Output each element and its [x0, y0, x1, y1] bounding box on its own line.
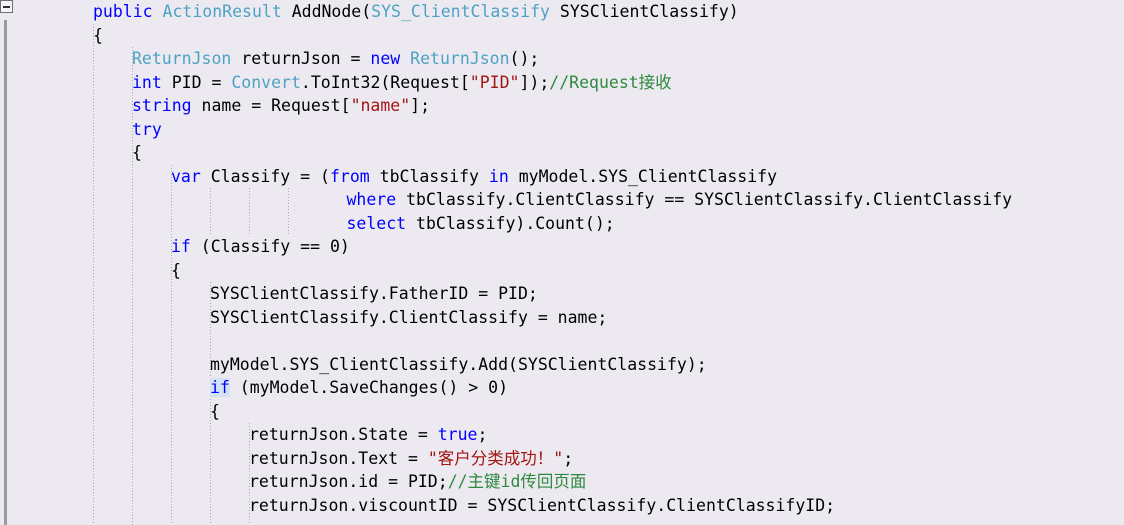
- code-token: returnJson.State =: [249, 425, 438, 444]
- code-token: "PID": [469, 72, 520, 92]
- code-token: "客户分类成功！": [427, 448, 564, 468]
- code-token: new: [370, 49, 401, 68]
- code-token: myModel.SYS_ClientClassify: [508, 166, 778, 186]
- code-token: ]);: [519, 72, 550, 92]
- code-line[interactable]: try: [132, 118, 162, 142]
- code-token: {: [171, 260, 181, 280]
- code-token: public: [93, 2, 153, 21]
- code-token: tbClassify: [369, 166, 489, 186]
- code-token: myModel.SYS_ClientClassify.Add(SYSClient…: [210, 354, 707, 374]
- code-line[interactable]: where tbClassify.ClientClassify == SYSCl…: [347, 188, 1013, 212]
- code-token: in: [488, 166, 509, 186]
- code-token: {: [210, 401, 220, 421]
- code-line[interactable]: select tbClassify).Count();: [347, 212, 615, 236]
- code-token: ];: [410, 96, 431, 115]
- code-line[interactable]: returnJson.viscountID = SYSClientClassif…: [249, 494, 835, 518]
- code-token: PID =: [161, 72, 232, 92]
- code-token: string: [132, 96, 192, 115]
- code-token: try: [132, 119, 162, 139]
- code-token: ();: [509, 49, 540, 68]
- code-token: tbClassify.ClientClassify == SYSClientCl…: [396, 190, 1013, 209]
- code-token: Convert: [231, 72, 301, 92]
- code-token: tbClassify).Count();: [406, 213, 615, 233]
- code-token: select: [346, 213, 407, 233]
- code-token: returnJson.viscountID = SYSClientClassif…: [249, 495, 836, 515]
- code-line[interactable]: {: [171, 259, 181, 283]
- code-token: name = Request[: [191, 96, 351, 115]
- code-line[interactable]: ReturnJson returnJson = new ReturnJson()…: [132, 47, 539, 71]
- code-line[interactable]: if (myModel.SaveChanges() > 0): [210, 376, 508, 400]
- code-token: returnJson.id = PID;: [249, 472, 448, 491]
- code-line[interactable]: {: [93, 24, 103, 48]
- code-token: //Request接收: [549, 72, 672, 92]
- code-line[interactable]: var Classify = (from tbClassify in myMod…: [171, 165, 777, 189]
- code-token: SYS_ClientClassify: [371, 2, 550, 21]
- code-token: .ToInt32(Request[: [300, 72, 470, 92]
- code-token: SYSClientClassify): [549, 2, 739, 21]
- code-token: int: [132, 72, 162, 92]
- code-line[interactable]: {: [132, 141, 142, 165]
- code-token: Classify = (: [200, 166, 330, 186]
- code-token: {: [93, 25, 103, 45]
- code-token: returnJson =: [231, 49, 371, 68]
- code-token: ReturnJson: [410, 49, 510, 68]
- code-token: AddNode(: [281, 2, 372, 21]
- code-line[interactable]: public ActionResult AddNode(SYS_ClientCl…: [93, 0, 739, 24]
- code-line[interactable]: SYSClientClassify.ClientClassify = name;: [210, 306, 607, 330]
- indent-guide: [171, 164, 172, 525]
- code-token: "name": [350, 96, 411, 115]
- code-line[interactable]: SYSClientClassify.FatherID = PID;: [210, 282, 538, 306]
- code-token: (myModel.SaveChanges() > 0): [229, 378, 509, 397]
- code-token: SYSClientClassify.ClientClassify = name;: [210, 307, 608, 327]
- code-token: var: [171, 166, 201, 186]
- code-token: true: [437, 425, 478, 444]
- code-token: SYSClientClassify.FatherID = PID;: [210, 284, 538, 303]
- code-token: ;: [477, 425, 488, 444]
- code-token: if: [210, 378, 230, 397]
- code-line[interactable]: myModel.SYS_ClientClassify.Add(SYSClient…: [210, 353, 707, 377]
- code-token: //主键id传回页面: [447, 472, 587, 491]
- indent-guide: [249, 188, 250, 235]
- code-token: from: [329, 166, 370, 186]
- indent-guide: [93, 23, 94, 525]
- code-surface[interactable]: public ActionResult AddNode(SYS_ClientCl…: [0, 0, 1124, 525]
- code-line[interactable]: string name = Request["name"];: [132, 94, 430, 118]
- code-token: ;: [563, 448, 574, 468]
- code-token: {: [132, 143, 142, 162]
- code-line[interactable]: returnJson.State = true;: [249, 423, 487, 447]
- code-token: returnJson.Text =: [249, 448, 428, 468]
- code-token: if: [171, 237, 191, 256]
- indent-guide: [288, 188, 289, 235]
- indent-guide: [210, 188, 211, 235]
- code-line[interactable]: returnJson.Text = "客户分类成功！";: [249, 447, 573, 471]
- code-token: where: [346, 190, 397, 209]
- code-token: ReturnJson: [132, 49, 232, 68]
- code-line[interactable]: int PID = Convert.ToInt32(Request["PID"]…: [132, 71, 672, 95]
- code-line[interactable]: {: [210, 400, 220, 424]
- code-line[interactable]: if (Classify == 0): [171, 235, 350, 259]
- code-line[interactable]: returnJson.id = PID;//主键id传回页面: [249, 470, 586, 494]
- code-editor[interactable]: public ActionResult AddNode(SYS_ClientCl…: [0, 0, 1124, 525]
- code-token: ActionResult: [162, 2, 282, 21]
- code-token: (Classify == 0): [190, 237, 350, 256]
